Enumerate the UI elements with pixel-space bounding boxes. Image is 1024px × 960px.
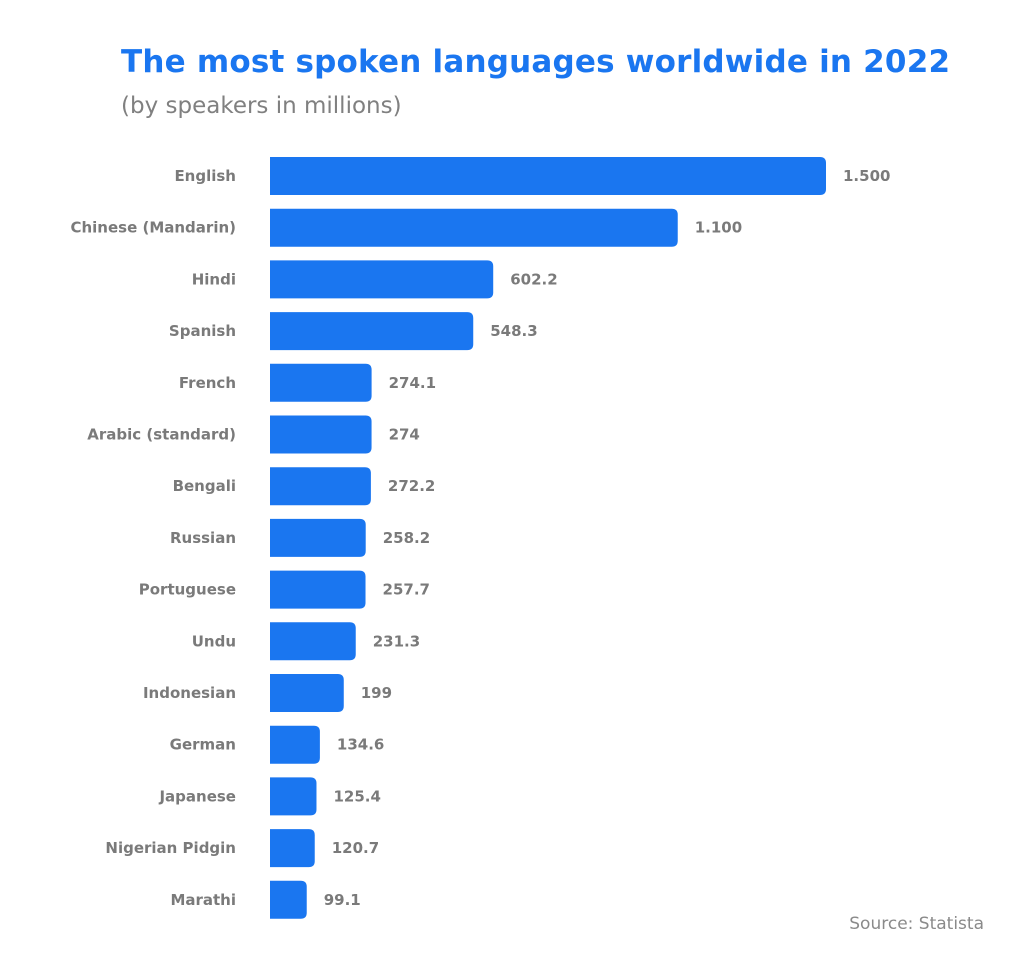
bar: [270, 363, 372, 402]
category-label: French: [179, 374, 236, 392]
bar: [270, 880, 307, 919]
category-label: Bengali: [173, 477, 236, 495]
value-label: 274: [389, 426, 420, 444]
value-label: 199: [361, 684, 392, 702]
value-label: 99.1: [324, 891, 361, 909]
bar: [270, 829, 315, 868]
category-label: Nigerian Pidgin: [105, 839, 236, 857]
value-label: 1.500: [843, 167, 890, 185]
bar-chart: English 1.500 Chinese (Mandarin) 1.100 Hindi…: [70, 157, 890, 919]
bar: [270, 415, 372, 454]
bar: [270, 518, 366, 557]
value-label: 1.100: [695, 219, 742, 237]
value-label: 548.3: [490, 322, 537, 340]
category-label: Portuguese: [139, 581, 236, 599]
bar: [270, 777, 317, 816]
category-label: German: [170, 736, 236, 754]
value-label: 231.3: [373, 632, 420, 650]
bar: [270, 312, 474, 351]
bar: [270, 674, 344, 712]
value-label: 125.4: [333, 787, 380, 805]
category-label: Spanish: [169, 322, 236, 340]
bar: [270, 467, 371, 506]
value-label: 134.6: [337, 736, 384, 754]
category-label: Indonesian: [143, 684, 236, 702]
value-label: 272.2: [388, 477, 435, 495]
category-label: Arabic (standard): [87, 426, 236, 444]
value-label: 602.2: [510, 270, 557, 288]
bar: [270, 157, 826, 195]
value-label: 274.1: [389, 374, 436, 392]
bar: [270, 260, 494, 299]
bar: [270, 725, 320, 764]
value-label: 257.7: [383, 581, 430, 599]
bar: [270, 570, 366, 609]
category-label: Hindi: [192, 270, 236, 288]
category-label: English: [174, 167, 236, 185]
value-label: 258.2: [383, 529, 430, 547]
value-label: 120.7: [332, 839, 379, 857]
category-label: Marathi: [170, 891, 236, 909]
bar: [270, 622, 356, 661]
category-label: Undu: [192, 632, 236, 650]
source-note: Source: Statista: [849, 914, 984, 934]
bar: [270, 208, 678, 247]
category-label: Russian: [170, 529, 236, 547]
category-label: Japanese: [158, 787, 236, 805]
category-label: Chinese (Mandarin): [70, 219, 236, 237]
